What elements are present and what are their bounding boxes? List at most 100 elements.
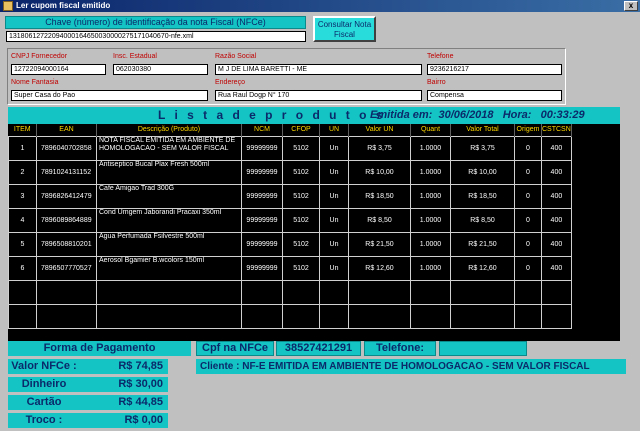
cell-ean: 7896507770527 — [36, 255, 97, 281]
payment-value: R$ 74,85 — [118, 360, 163, 372]
cell-quant — [410, 303, 451, 329]
cell-desc: Aerosol Bgamier B.wcolors 150ml — [96, 255, 242, 281]
cell-cfop: 5102 — [282, 231, 320, 257]
col-cst-header[interactable]: CSTCSN — [541, 124, 572, 136]
table-row[interactable]: 1 7896040702858 NOTA FISCAL EMITIDA EM AMB… — [8, 135, 572, 161]
col-desc-header[interactable]: Descrição (Produto) — [96, 124, 242, 136]
empty-table-row[interactable] — [8, 279, 572, 305]
cell-ean: 7896508810201 — [36, 231, 97, 257]
cpf-value: 38527421291 — [276, 341, 361, 356]
nfce-key-field[interactable]: 1318061272209400016465003000027517104067… — [6, 31, 306, 42]
cell-unit-value: R$ 3,75 — [348, 135, 411, 161]
cell-desc: Cafe Amigao Trad 300G — [96, 183, 242, 209]
cell-item: 5 — [8, 231, 37, 257]
cell-cst: 400 — [541, 183, 572, 209]
cell-un: Un — [319, 159, 349, 185]
hour-label: Hora: — [502, 109, 532, 121]
cell-item — [8, 279, 37, 305]
cell-total: R$ 12,60 — [450, 255, 515, 281]
cell-ean: 7896089864889 — [36, 207, 97, 233]
phone-label: Telefone — [427, 53, 454, 60]
cell-ncm — [241, 303, 283, 329]
phone-field[interactable]: 9236216217 — [427, 64, 562, 75]
cell-total: R$ 3,75 — [450, 135, 515, 161]
payment-label: Valor NFCe : — [11, 360, 77, 372]
client-line: Cliente : NF-E EMITIDA EM AMBIENTE DE HO… — [196, 359, 626, 374]
address-label: Endereço — [215, 79, 245, 86]
payment-value: R$ 0,00 — [124, 414, 163, 426]
cell-quant: 1.0000 — [410, 255, 451, 281]
payment-row-card: Cartão R$ 44,85 — [8, 395, 168, 410]
razao-field[interactable]: M J DE LIMA BARETTI - ME — [215, 64, 422, 75]
consult-invoice-button[interactable]: Consultar Nota Fiscal — [313, 16, 376, 42]
table-row[interactable]: 5 7896508810201 Agua Perfumada Fsilvestre … — [8, 231, 572, 257]
cell-cfop: 5102 — [282, 207, 320, 233]
cell-ean — [36, 279, 97, 305]
col-ean-header[interactable]: EAN — [36, 124, 97, 136]
cell-ncm: 99999999 — [241, 135, 283, 161]
cell-unit-value: R$ 8,50 — [348, 207, 411, 233]
cell-cst — [541, 279, 572, 305]
products-grid[interactable]: ITEM EAN Descrição (Produto) NCM CFOP UN… — [8, 124, 620, 341]
cell-un — [319, 279, 349, 305]
app-window: Ler cupom fiscal emitido x Chave (número… — [0, 0, 640, 431]
empty-table-row[interactable] — [8, 303, 572, 329]
table-row[interactable]: 6 7896507770527 Aerosol Bgamier B.wcolors … — [8, 255, 572, 281]
table-row[interactable]: 3 7896826412479 Cafe Amigao Trad 300G 99999… — [8, 183, 572, 209]
cell-total: R$ 18,50 — [450, 183, 515, 209]
cell-un — [319, 303, 349, 329]
cell-cfop: 5102 — [282, 255, 320, 281]
cell-un: Un — [319, 207, 349, 233]
col-item-header[interactable]: ITEM — [8, 124, 37, 136]
ie-label: Insc. Estadual — [113, 53, 157, 60]
fantasia-label: Nome Fantasia — [11, 79, 59, 86]
cell-ncm: 99999999 — [241, 255, 283, 281]
col-un-header[interactable]: UN — [319, 124, 349, 136]
emitted-label: Emitida em: — [370, 109, 433, 121]
address-field[interactable]: Rua Raul Dogp N° 170 — [215, 90, 422, 101]
fantasia-field[interactable]: Super Casa do Pao — [11, 90, 208, 101]
cell-item: 6 — [8, 255, 37, 281]
cell-cst: 400 — [541, 231, 572, 257]
cell-origin: 0 — [514, 207, 542, 233]
bairro-field[interactable]: Compensa — [427, 90, 562, 101]
cell-quant: 1.0000 — [410, 207, 451, 233]
col-unit-value-header[interactable]: Valor UN — [348, 124, 411, 136]
cell-total: R$ 10,00 — [450, 159, 515, 185]
col-quant-header[interactable]: Quant — [410, 124, 451, 136]
payment-value: R$ 44,85 — [118, 396, 163, 408]
cell-ncm — [241, 279, 283, 305]
title-bar: Ler cupom fiscal emitido x — [0, 0, 640, 12]
col-cfop-header[interactable]: CFOP — [282, 124, 320, 136]
cell-item — [8, 303, 37, 329]
cell-origin: 0 — [514, 159, 542, 185]
emission-info: Emitida em: 30/06/2018 Hora: 00:33:29 — [370, 109, 585, 121]
ie-field[interactable]: 062030380 — [113, 64, 208, 75]
cell-total — [450, 279, 515, 305]
payment-label: Dinheiro — [21, 378, 67, 390]
cell-cfop: 5102 — [282, 135, 320, 161]
cpf-label: Cpf na NFCe — [196, 341, 274, 356]
cnpj-field[interactable]: 12722094000164 — [11, 64, 106, 75]
bairro-label: Bairro — [427, 79, 446, 86]
supplier-info-group: CNPJ Fornecedor 12722094000164 Insc. Est… — [7, 48, 566, 105]
cell-origin: 0 — [514, 183, 542, 209]
table-row[interactable]: 2 7891024131152 Antiseptico Bucal Plax Fre… — [8, 159, 572, 185]
payment-row-cash: Dinheiro R$ 30,00 — [8, 377, 168, 392]
razao-label: Razão Social — [215, 53, 257, 60]
cell-quant — [410, 279, 451, 305]
cell-total: R$ 8,50 — [450, 207, 515, 233]
cell-item: 2 — [8, 159, 37, 185]
col-ncm-header[interactable]: NCM — [241, 124, 283, 136]
cell-un: Un — [319, 255, 349, 281]
cell-cst: 400 — [541, 255, 572, 281]
cell-ean — [36, 303, 97, 329]
table-header-row: ITEM EAN Descrição (Produto) NCM CFOP UN… — [8, 124, 572, 136]
table-row[interactable]: 4 7896089864889 Cond Umgem Jaborandi Praca… — [8, 207, 572, 233]
col-origin-header[interactable]: Origem — [514, 124, 542, 136]
close-button[interactable]: x — [624, 1, 638, 11]
emitted-date: 30/06/2018 — [438, 109, 494, 121]
cell-cfop — [282, 279, 320, 305]
col-total-header[interactable]: Valor Total — [450, 124, 515, 136]
cell-cst: 400 — [541, 135, 572, 161]
